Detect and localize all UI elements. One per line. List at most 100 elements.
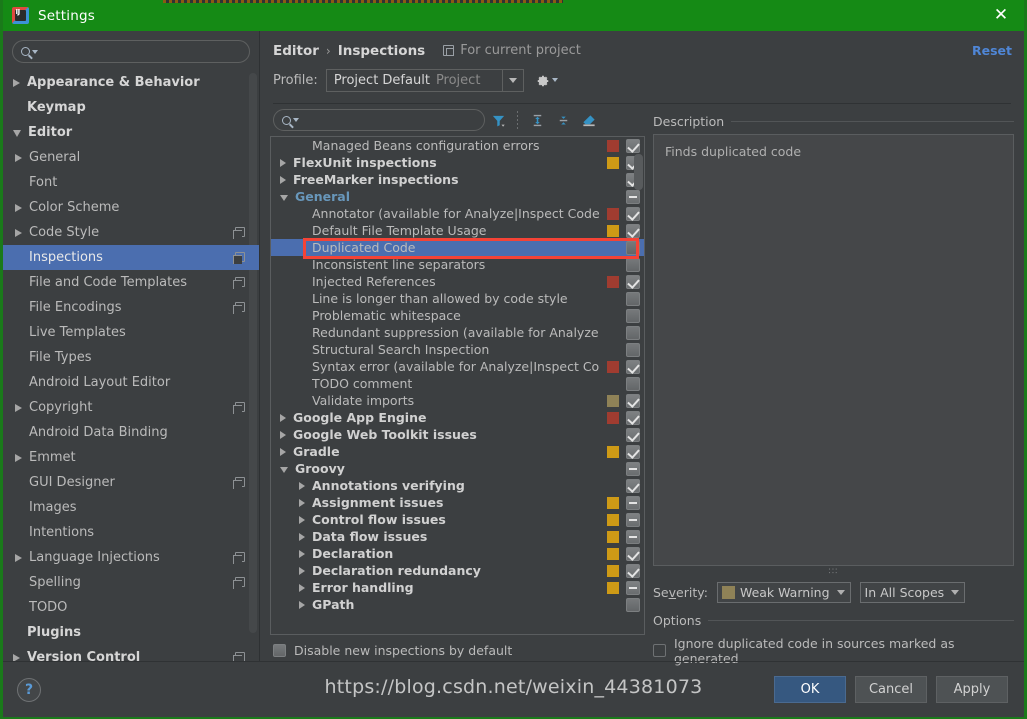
inspection-row[interactable]: Validate imports: [271, 392, 644, 409]
sidebar-item-gui-designer[interactable]: GUI Designer: [3, 470, 259, 495]
chevron-right-icon[interactable]: [280, 413, 286, 422]
inspection-row[interactable]: Syntax error (available for Analyze|Insp…: [271, 358, 644, 375]
sidebar-item-code-style[interactable]: Code Style: [3, 220, 259, 245]
inspection-checkbox[interactable]: [626, 309, 640, 323]
close-icon[interactable]: ✕: [978, 0, 1024, 31]
chevron-right-icon[interactable]: [15, 203, 22, 212]
sidebar-item-inspections[interactable]: Inspections: [3, 245, 259, 270]
collapse-all-button[interactable]: [550, 108, 576, 132]
chevron-right-icon[interactable]: [299, 515, 305, 524]
inspections-tree-scrollbar[interactable]: [634, 154, 643, 190]
chevron-right-icon[interactable]: [280, 430, 286, 439]
sidebar-item-plugins[interactable]: Plugins: [3, 620, 259, 645]
inspection-row[interactable]: Declaration redundancy: [271, 562, 644, 579]
inspection-checkbox[interactable]: [626, 241, 640, 255]
inspection-checkbox[interactable]: [626, 326, 640, 340]
inspection-checkbox[interactable]: [626, 275, 640, 289]
inspection-row[interactable]: Structural Search Inspection: [271, 341, 644, 358]
sidebar-item-copyright[interactable]: Copyright: [3, 395, 259, 420]
chevron-right-icon[interactable]: [280, 158, 286, 167]
inspection-row[interactable]: Groovy: [271, 460, 644, 477]
sidebar-item-file-types[interactable]: File Types: [3, 345, 259, 370]
inspection-row[interactable]: GPath: [271, 596, 644, 613]
inspections-search-box[interactable]: [273, 109, 485, 131]
inspection-checkbox[interactable]: [626, 139, 640, 153]
inspection-checkbox[interactable]: [626, 377, 640, 391]
inspection-checkbox[interactable]: [626, 411, 640, 425]
inspection-checkbox[interactable]: [626, 445, 640, 459]
chevron-right-icon[interactable]: [299, 583, 305, 592]
apply-button[interactable]: Apply: [936, 676, 1008, 703]
inspection-row[interactable]: Line is longer than allowed by code styl…: [271, 290, 644, 307]
reset-to-empty-button[interactable]: [576, 108, 602, 132]
inspection-row[interactable]: Annotations verifying: [271, 477, 644, 494]
inspection-checkbox[interactable]: [626, 462, 640, 476]
reset-link[interactable]: Reset: [972, 43, 1012, 58]
inspection-checkbox[interactable]: [626, 598, 640, 612]
sidebar-item-live-templates[interactable]: Live Templates: [3, 320, 259, 345]
inspection-row[interactable]: Control flow issues: [271, 511, 644, 528]
profile-settings-button[interactable]: [536, 74, 558, 87]
chevron-right-icon[interactable]: [13, 78, 20, 87]
inspection-row[interactable]: Inconsistent line separators: [271, 256, 644, 273]
chevron-right-icon[interactable]: [15, 153, 22, 162]
expand-all-button[interactable]: [524, 108, 550, 132]
sidebar-item-general[interactable]: General: [3, 145, 259, 170]
chevron-right-icon[interactable]: [15, 403, 22, 412]
chevron-right-icon[interactable]: [299, 566, 305, 575]
cancel-button[interactable]: Cancel: [855, 676, 927, 703]
sidebar-item-images[interactable]: Images: [3, 495, 259, 520]
inspection-row[interactable]: Problematic whitespace: [271, 307, 644, 324]
inspection-checkbox[interactable]: [626, 343, 640, 357]
sidebar-item-file-encodings[interactable]: File Encodings: [3, 295, 259, 320]
inspection-row[interactable]: Duplicated Code: [271, 239, 644, 256]
sidebar-item-intentions[interactable]: Intentions: [3, 520, 259, 545]
sidebar-item-emmet[interactable]: Emmet: [3, 445, 259, 470]
inspection-checkbox[interactable]: [626, 224, 640, 238]
inspection-row[interactable]: FreeMarker inspections: [271, 171, 644, 188]
option-ignore-generated-row[interactable]: Ignore duplicated code in sources marked…: [653, 633, 1014, 666]
settings-category-tree[interactable]: Appearance & Behavior Keymap Editor General…: [3, 69, 259, 661]
ok-button[interactable]: OK: [774, 676, 846, 703]
inspection-checkbox[interactable]: [626, 207, 640, 221]
inspection-row[interactable]: TODO comment: [271, 375, 644, 392]
sidebar-item-android-layout-editor[interactable]: Android Layout Editor: [3, 370, 259, 395]
inspection-row[interactable]: Annotator (available for Analyze|Inspect…: [271, 205, 644, 222]
chevron-right-icon[interactable]: [299, 498, 305, 507]
scope-select[interactable]: In All Scopes: [859, 581, 966, 603]
inspection-row[interactable]: Gradle: [271, 443, 644, 460]
sidebar-item-todo[interactable]: TODO: [3, 595, 259, 620]
inspection-checkbox[interactable]: [626, 428, 640, 442]
chevron-right-icon[interactable]: [15, 453, 22, 462]
inspection-row[interactable]: Managed Beans configuration errors: [271, 137, 644, 154]
resize-grip[interactable]: ∶∶∶: [653, 566, 1014, 577]
chevron-down-icon[interactable]: [280, 194, 288, 201]
sidebar-item-language-injections[interactable]: Language Injections: [3, 545, 259, 570]
help-icon[interactable]: ?: [17, 677, 41, 702]
severity-select[interactable]: Weak Warning: [716, 581, 851, 603]
inspection-checkbox[interactable]: [626, 530, 640, 544]
sidebar-item-version-control[interactable]: Version Control: [3, 645, 259, 661]
chevron-right-icon[interactable]: [13, 653, 20, 661]
inspections-search-input[interactable]: [303, 113, 476, 127]
chevron-right-icon[interactable]: [299, 600, 305, 609]
disable-new-inspections-row[interactable]: Disable new inspections by default: [270, 635, 645, 661]
sidebar-item-appearance-behavior[interactable]: Appearance & Behavior: [3, 70, 259, 95]
inspection-row[interactable]: Google App Engine: [271, 409, 644, 426]
sidebar-item-android-data-binding[interactable]: Android Data Binding: [3, 420, 259, 445]
sidebar-item-spelling[interactable]: Spelling: [3, 570, 259, 595]
inspection-row[interactable]: General: [271, 188, 644, 205]
profile-select[interactable]: Project Default Project: [325, 68, 524, 92]
disable-new-inspections-checkbox[interactable]: [273, 644, 286, 657]
sidebar-item-editor[interactable]: Editor: [3, 120, 259, 145]
inspections-tree-panel[interactable]: Managed Beans configuration errors FlexUn…: [270, 136, 645, 635]
inspection-row[interactable]: Error handling: [271, 579, 644, 596]
inspection-row[interactable]: Default File Template Usage: [271, 222, 644, 239]
inspection-checkbox[interactable]: [626, 496, 640, 510]
inspection-checkbox[interactable]: [626, 581, 640, 595]
inspection-checkbox[interactable]: [626, 479, 640, 493]
inspection-checkbox[interactable]: [626, 258, 640, 272]
sidebar-item-file-and-code-templates[interactable]: File and Code Templates: [3, 270, 259, 295]
chevron-down-icon[interactable]: [13, 130, 21, 137]
inspection-checkbox[interactable]: [626, 394, 640, 408]
